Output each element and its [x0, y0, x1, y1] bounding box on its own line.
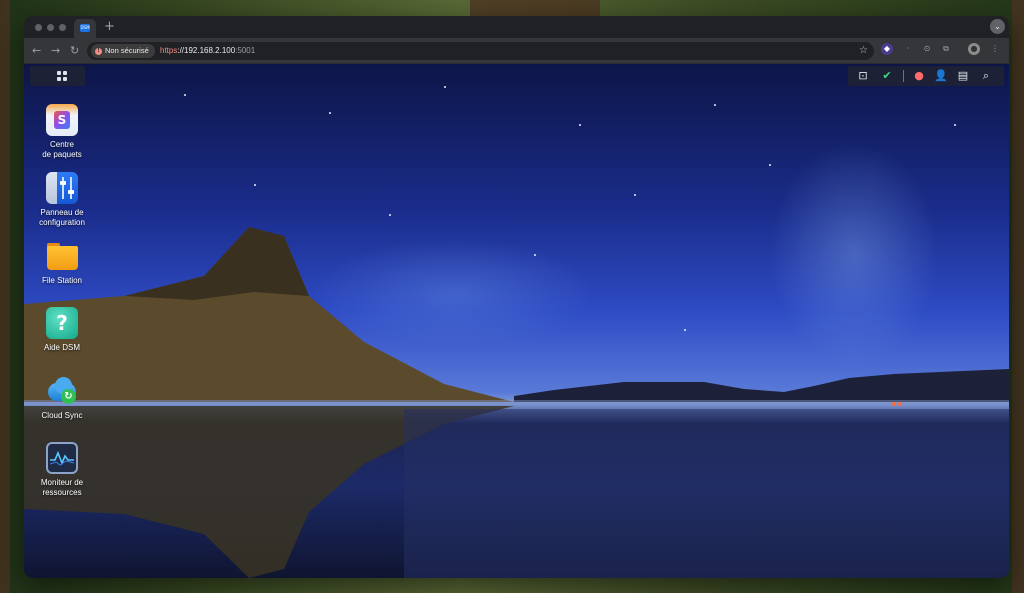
address-bar[interactable]: ! Non sécurisé https://192.168.2.100:500…	[87, 42, 874, 60]
package-center-logo: S	[54, 111, 70, 129]
taskbar-divider	[903, 70, 904, 82]
desktop-icon-label: Aide DSM	[43, 343, 80, 352]
package-center-icon: S	[46, 104, 78, 136]
cloud-sync-icon: ↻	[46, 375, 78, 407]
browser-toolbar: ← → ↻ ! Non sécurisé https://192.168.2.1…	[24, 38, 1009, 64]
bookmark-star-icon[interactable]: ☆	[859, 42, 868, 60]
background-tree	[470, 0, 600, 16]
notifications-icon[interactable]: ⊡	[856, 69, 870, 83]
desktop-icon-package-center[interactable]: S Centre de paquets	[32, 104, 92, 160]
security-chip-label: Non sécurisé	[105, 46, 149, 55]
url-port: :5001	[235, 46, 256, 55]
dsm-help-icon: ?	[46, 307, 78, 339]
security-chip[interactable]: ! Non sécurisé	[91, 44, 155, 58]
control-panel-icon	[46, 172, 78, 204]
dsm-favicon-icon: DSM	[80, 24, 90, 32]
dsm-taskbar-left	[30, 66, 85, 86]
url-separator: ://	[177, 46, 185, 55]
desktop-icon-label: Panneau de configuration	[39, 208, 85, 227]
new-tab-button[interactable]: +	[104, 19, 115, 35]
tab-bar: DSM + ⌄	[24, 16, 1009, 38]
search-icon[interactable]: ⌕	[979, 69, 993, 83]
browser-tab[interactable]: DSM	[74, 19, 96, 38]
tab-search-button[interactable]: ⌄	[990, 19, 1005, 34]
back-arrow-icon[interactable]: ←	[32, 43, 41, 59]
url-text[interactable]: https://192.168.2.100:5001	[160, 42, 255, 60]
profile-avatar[interactable]: ●	[968, 43, 980, 55]
file-station-icon	[46, 240, 78, 272]
waveform-icon	[50, 450, 74, 466]
warning-icon: !	[95, 47, 102, 55]
desktop-icon-label: Cloud Sync	[41, 411, 83, 420]
url-host: 192.168.2.100	[184, 46, 236, 55]
user-icon[interactable]: 👤	[934, 69, 948, 83]
url-scheme: https	[160, 46, 178, 55]
widgets-icon[interactable]: ▤	[956, 69, 970, 83]
browser-window: DSM + ⌄ ← → ↻ ! Non sécurisé https://192…	[24, 16, 1009, 578]
extensions-puzzle-icon[interactable]: ⧉	[940, 43, 952, 55]
desktop-icon-cloud-sync[interactable]: ↻ Cloud Sync	[32, 375, 92, 421]
chat-icon[interactable]: ●	[912, 69, 926, 83]
desktop-icon-label: Moniteur de ressources	[40, 478, 84, 497]
desktop-icon-label: Centre de paquets	[42, 140, 82, 159]
sync-arrows-icon: ↻	[61, 389, 76, 404]
menu-kebab-icon[interactable]: ⋮	[989, 43, 1001, 55]
background-tree	[1012, 0, 1024, 593]
backup-status-icon[interactable]: ✔	[880, 69, 894, 83]
desktop-icon-control-panel[interactable]: Panneau de configuration	[32, 172, 92, 228]
wallpaper-landscape	[24, 227, 1009, 578]
extension-icon[interactable]: ·	[902, 43, 914, 55]
extension-icon[interactable]: ◆	[881, 43, 893, 55]
forward-arrow-icon[interactable]: →	[51, 43, 60, 59]
desktop-icon-resource-monitor[interactable]: Moniteur de ressources	[32, 442, 92, 498]
extension-icon[interactable]: ⊙	[921, 43, 933, 55]
dsm-desktop: ⊡ ✔ ● 👤 ▤ ⌕ S Centre de paquets Panneau d…	[24, 64, 1009, 578]
background-tree	[0, 0, 10, 593]
reload-icon[interactable]: ↻	[70, 43, 79, 59]
desktop-icon-dsm-help[interactable]: ? Aide DSM	[32, 307, 92, 353]
window-controls	[35, 24, 66, 31]
close-window-button[interactable]	[35, 24, 42, 31]
desktop-icon-label: File Station	[41, 276, 83, 285]
main-menu-grid-icon[interactable]	[57, 71, 67, 81]
desktop-icon-file-station[interactable]: File Station	[32, 240, 92, 286]
maximize-window-button[interactable]	[59, 24, 66, 31]
minimize-window-button[interactable]	[47, 24, 54, 31]
dsm-taskbar-right: ⊡ ✔ ● 👤 ▤ ⌕	[848, 66, 1004, 86]
resource-monitor-icon	[46, 442, 78, 474]
